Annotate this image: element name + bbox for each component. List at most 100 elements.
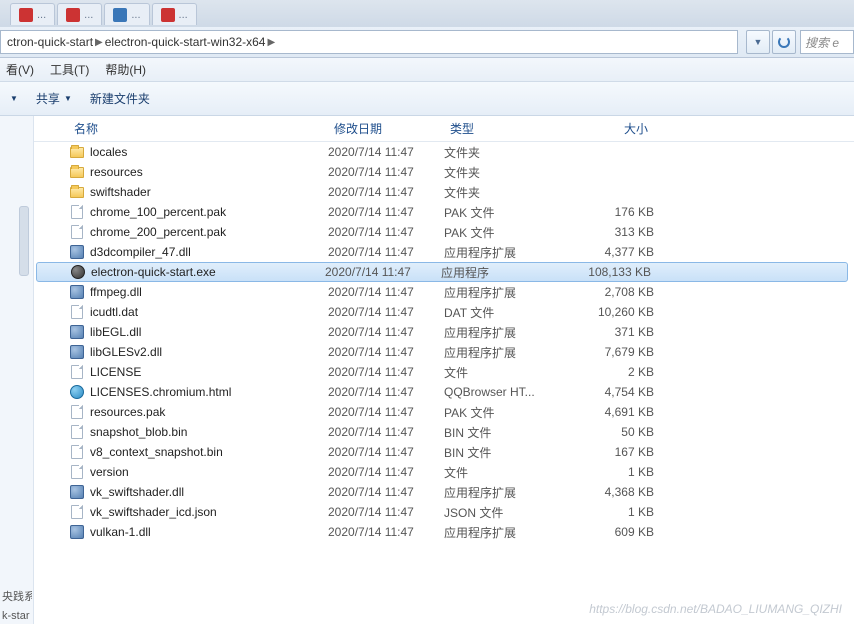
file-type: 应用程序扩展 xyxy=(444,324,564,341)
browser-tab[interactable]: ... xyxy=(152,3,197,25)
dll-icon xyxy=(68,484,86,500)
file-row[interactable]: icudtl.dat2020/7/14 11:47DAT 文件10,260 KB xyxy=(34,302,854,322)
file-date: 2020/7/14 11:47 xyxy=(328,505,444,519)
dropdown-button[interactable]: ▼ xyxy=(746,30,770,54)
file-icon xyxy=(68,364,86,380)
file-name: LICENSES.chromium.html xyxy=(90,385,328,399)
file-list[interactable]: locales2020/7/14 11:47文件夹resources2020/7… xyxy=(34,142,854,624)
file-type: QQBrowser HT... xyxy=(444,385,564,399)
file-type: BIN 文件 xyxy=(444,424,564,441)
chevron-down-icon: ▼ xyxy=(754,37,763,47)
file-size: 609 KB xyxy=(564,525,654,539)
menu-tools[interactable]: 工具(T) xyxy=(50,61,89,78)
file-row[interactable]: libGLESv2.dll2020/7/14 11:47应用程序扩展7,679 … xyxy=(34,342,854,362)
file-row[interactable]: chrome_200_percent.pak2020/7/14 11:47PAK… xyxy=(34,222,854,242)
browser-tabs-bar: ............ xyxy=(0,0,854,26)
refresh-button[interactable] xyxy=(772,30,796,54)
file-row[interactable]: ffmpeg.dll2020/7/14 11:47应用程序扩展2,708 KB xyxy=(34,282,854,302)
file-name: swiftshader xyxy=(90,185,328,199)
tab-favicon xyxy=(66,8,80,22)
file-size: 371 KB xyxy=(564,325,654,339)
menu-view[interactable]: 看(V) xyxy=(6,61,34,78)
file-date: 2020/7/14 11:47 xyxy=(328,185,444,199)
file-icon xyxy=(68,444,86,460)
file-size: 2 KB xyxy=(564,365,654,379)
file-date: 2020/7/14 11:47 xyxy=(328,345,444,359)
html-icon xyxy=(68,384,86,400)
breadcrumb[interactable]: ctron-quick-start ▶ electron-quick-start… xyxy=(0,30,738,54)
column-headers: 名称 修改日期 类型 大小 xyxy=(34,116,854,142)
file-name: resources.pak xyxy=(90,405,328,419)
column-date[interactable]: 修改日期 xyxy=(328,120,444,137)
browser-tab[interactable]: ... xyxy=(57,3,102,25)
file-date: 2020/7/14 11:47 xyxy=(328,325,444,339)
file-row[interactable]: version2020/7/14 11:47文件1 KB xyxy=(34,462,854,482)
file-date: 2020/7/14 11:47 xyxy=(328,465,444,479)
file-name: libEGL.dll xyxy=(90,325,328,339)
breadcrumb-segment[interactable]: electron-quick-start-win32-x64 xyxy=(105,35,266,49)
file-type: PAK 文件 xyxy=(444,404,564,421)
file-row[interactable]: chrome_100_percent.pak2020/7/14 11:47PAK… xyxy=(34,202,854,222)
menu-bar: 看(V) 工具(T) 帮助(H) xyxy=(0,58,854,82)
new-folder-button[interactable]: 新建文件夹 xyxy=(90,90,150,107)
folder-icon xyxy=(68,144,86,160)
file-row[interactable]: electron-quick-start.exe2020/7/14 11:47应… xyxy=(36,262,848,282)
file-row[interactable]: v8_context_snapshot.bin2020/7/14 11:47BI… xyxy=(34,442,854,462)
file-date: 2020/7/14 11:47 xyxy=(328,445,444,459)
file-row[interactable]: LICENSES.chromium.html2020/7/14 11:47QQB… xyxy=(34,382,854,402)
file-row[interactable]: d3dcompiler_47.dll2020/7/14 11:47应用程序扩展4… xyxy=(34,242,854,262)
file-row[interactable]: snapshot_blob.bin2020/7/14 11:47BIN 文件50… xyxy=(34,422,854,442)
file-icon xyxy=(68,424,86,440)
file-icon xyxy=(68,224,86,240)
file-date: 2020/7/14 11:47 xyxy=(328,305,444,319)
file-row[interactable]: libEGL.dll2020/7/14 11:47应用程序扩展371 KB xyxy=(34,322,854,342)
file-date: 2020/7/14 11:47 xyxy=(325,265,441,279)
folder-icon xyxy=(68,164,86,180)
share-label: 共享 xyxy=(36,90,60,107)
dll-icon xyxy=(68,524,86,540)
file-name: icudtl.dat xyxy=(90,305,328,319)
file-type: 应用程序扩展 xyxy=(444,524,564,541)
address-bar: ctron-quick-start ▶ electron-quick-start… xyxy=(0,26,854,58)
tab-label: ... xyxy=(37,9,46,21)
dll-icon xyxy=(68,244,86,260)
menu-help[interactable]: 帮助(H) xyxy=(105,61,146,78)
file-name: libGLESv2.dll xyxy=(90,345,328,359)
file-name: vk_swiftshader_icd.json xyxy=(90,505,328,519)
file-date: 2020/7/14 11:47 xyxy=(328,485,444,499)
file-type: 应用程序扩展 xyxy=(444,484,564,501)
share-button[interactable]: 共享 ▼ xyxy=(36,90,72,107)
file-type: 应用程序 xyxy=(441,264,561,281)
tab-label: ... xyxy=(131,9,140,21)
file-date: 2020/7/14 11:47 xyxy=(328,385,444,399)
file-size: 2,708 KB xyxy=(564,285,654,299)
file-name: d3dcompiler_47.dll xyxy=(90,245,328,259)
browser-tab[interactable]: ... xyxy=(10,3,55,25)
file-name: version xyxy=(90,465,328,479)
file-row[interactable]: locales2020/7/14 11:47文件夹 xyxy=(34,142,854,162)
file-icon xyxy=(68,304,86,320)
file-row[interactable]: LICENSE2020/7/14 11:47文件2 KB xyxy=(34,362,854,382)
search-input[interactable]: 搜索 e xyxy=(800,30,854,54)
tab-label: ... xyxy=(179,9,188,21)
file-row[interactable]: resources.pak2020/7/14 11:47PAK 文件4,691 … xyxy=(34,402,854,422)
file-row[interactable]: resources2020/7/14 11:47文件夹 xyxy=(34,162,854,182)
browser-tab[interactable]: ... xyxy=(104,3,149,25)
file-type: DAT 文件 xyxy=(444,304,564,321)
file-row[interactable]: vulkan-1.dll2020/7/14 11:47应用程序扩展609 KB xyxy=(34,522,854,542)
file-row[interactable]: vk_swiftshader.dll2020/7/14 11:47应用程序扩展4… xyxy=(34,482,854,502)
nav-pane[interactable]: 央践系 k-star xyxy=(0,116,34,624)
file-row[interactable]: swiftshader2020/7/14 11:47文件夹 xyxy=(34,182,854,202)
organize-dropdown[interactable]: ▼ xyxy=(10,94,18,103)
exe-icon xyxy=(69,264,87,280)
column-size[interactable]: 大小 xyxy=(564,120,654,137)
breadcrumb-segment[interactable]: ctron-quick-start xyxy=(7,35,93,49)
file-size: 176 KB xyxy=(564,205,654,219)
chevron-down-icon: ▼ xyxy=(64,94,72,103)
file-name: vulkan-1.dll xyxy=(90,525,328,539)
scrollbar-thumb[interactable] xyxy=(19,206,29,276)
file-row[interactable]: vk_swiftshader_icd.json2020/7/14 11:47JS… xyxy=(34,502,854,522)
column-type[interactable]: 类型 xyxy=(444,120,564,137)
file-date: 2020/7/14 11:47 xyxy=(328,525,444,539)
column-name[interactable]: 名称 xyxy=(68,120,328,137)
